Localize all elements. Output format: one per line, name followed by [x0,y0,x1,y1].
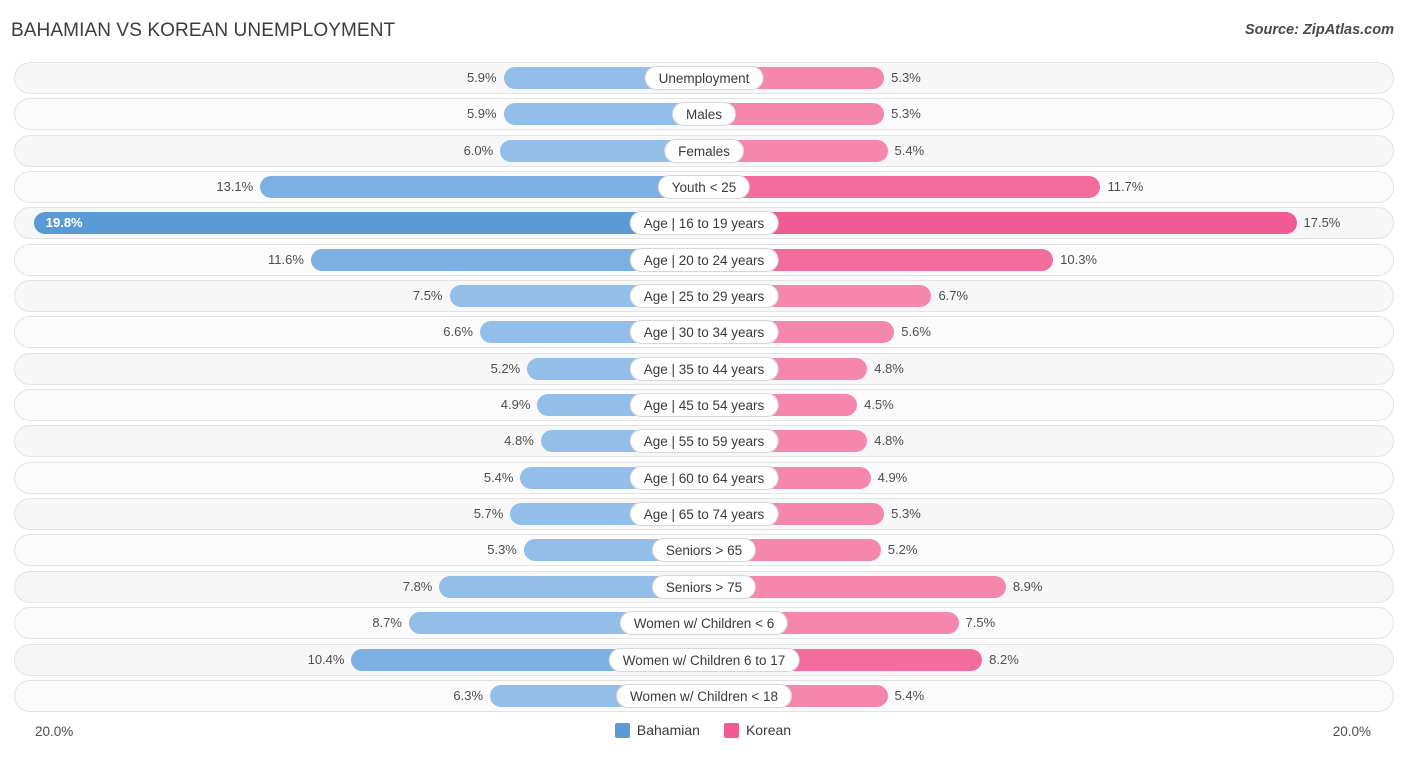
value-label-bahamian: 19.8% [45,215,83,231]
value-label-korean: 17.5% [1303,215,1341,231]
chart-header: BAHAMIAN VS KOREAN UNEMPLOYMENT Source: … [0,0,1406,58]
value-label-bahamian: 13.1% [216,179,254,195]
legend-swatch-icon [723,722,739,738]
chart-row: 5.3% 5.2% Seniors > 65 [14,534,1394,567]
source-attribution: Source: ZipAtlas.com [1244,22,1394,38]
chart-row: 4.8% 4.8% Age | 55 to 59 years [14,425,1394,458]
value-label-korean: 4.9% [877,469,908,485]
legend-label: Bahamian [636,722,700,738]
value-label-bahamian: 5.3% [487,542,517,558]
category-label: Age | 25 to 29 years [629,284,779,309]
value-label-korean: 5.3% [891,70,921,85]
chart-row: 6.6% 5.6% Age | 30 to 34 years [14,316,1394,349]
page-title: BAHAMIAN VS KOREAN UNEMPLOYMENT [11,20,396,41]
value-label-bahamian: 4.8% [504,433,534,449]
chart-row: 5.2% 4.8% Age | 35 to 44 years [14,352,1394,385]
category-label: Males [671,102,737,127]
legend-item[interactable]: Bahamian [614,722,700,738]
chart-footer: 20.0% 20.0% Bahamian Korean [0,720,1406,757]
legend-item[interactable]: Korean [723,722,792,738]
bar-bahamian [260,176,703,199]
value-label-bahamian: 6.6% [443,324,473,340]
value-label-korean: 4.8% [874,433,904,449]
value-label-bahamian: 7.5% [412,288,443,304]
value-label-korean: 7.5% [965,615,996,631]
value-label-korean: 8.9% [1012,578,1043,594]
value-label-korean: 11.7% [1107,179,1144,195]
value-label-korean: 5.2% [887,542,918,558]
category-label: Age | 35 to 44 years [629,356,779,381]
chart-page: BAHAMIAN VS KOREAN UNEMPLOYMENT Source: … [0,0,1406,757]
chart-row: 5.9% 5.3% Males [14,98,1394,131]
value-label-korean: 5.6% [901,324,931,340]
category-label: Age | 55 to 59 years [629,429,779,454]
value-label-korean: 4.8% [874,360,904,376]
value-label-bahamian: 5.4% [483,469,514,485]
diverging-bar-plot: 5.9% 5.3% Unemployment 5.9% 5.3% Males 6.0% 5.4… [14,62,1394,718]
value-label-bahamian: 5.7% [473,506,504,522]
value-label-korean: 5.3% [891,506,921,522]
bar-korean [705,176,1101,199]
value-label-korean: 5.4% [894,142,925,158]
legend-label: Korean [745,722,792,738]
value-label-korean: 10.3% [1060,251,1097,267]
category-label: Age | 60 to 64 years [629,465,779,490]
category-label: Women w/ Children < 18 [616,683,792,708]
chart-row: 11.6% 10.3% Age | 20 to 24 years [14,243,1394,276]
chart-row: 8.7% 7.5% Women w/ Children < 6 [14,607,1394,640]
value-label-bahamian: 5.9% [466,106,497,122]
category-label: Age | 16 to 19 years [629,211,779,236]
legend-swatch-icon [614,722,630,738]
chart-row: 7.5% 6.7% Age | 25 to 29 years [14,280,1394,313]
value-label-korean: 5.3% [891,106,921,122]
category-label: Age | 65 to 74 years [629,502,779,527]
bar-bahamian [33,212,703,235]
chart-row: 5.4% 4.9% Age | 60 to 64 years [14,461,1394,494]
chart-row: 10.4% 8.2% Women w/ Children 6 to 17 [14,643,1394,676]
bar-korean [705,212,1297,235]
chart-row: 19.8% 17.5% Age | 16 to 19 years [14,207,1394,240]
value-label-bahamian: 5.9% [466,70,497,85]
value-label-bahamian: 4.9% [500,397,531,413]
category-label: Unemployment [644,66,764,90]
category-label: Seniors > 75 [651,574,757,599]
value-label-bahamian: 10.4% [307,651,345,667]
value-label-bahamian: 8.7% [372,615,402,631]
value-label-bahamian: 7.8% [402,578,433,594]
value-label-korean: 8.2% [989,651,1019,667]
chart-row: 6.3% 5.4% Women w/ Children < 18 [14,679,1394,712]
chart-row: 5.7% 5.3% Age | 65 to 74 years [14,498,1394,531]
value-label-bahamian: 5.2% [490,360,521,376]
value-label-korean: 6.7% [938,288,969,304]
category-label: Women w/ Children 6 to 17 [608,647,800,672]
chart-row: 4.9% 4.5% Age | 45 to 54 years [14,389,1394,422]
chart-row: 7.8% 8.9% Seniors > 75 [14,570,1394,603]
chart-row: 6.0% 5.4% Females [14,134,1394,167]
category-label: Women w/ Children < 6 [619,611,789,636]
category-label: Age | 45 to 54 years [629,393,779,418]
category-label: Age | 20 to 24 years [629,247,779,272]
chart-legend: Bahamian Korean [0,722,1406,738]
value-label-korean: 5.4% [894,687,925,703]
value-label-bahamian: 6.0% [463,142,494,158]
category-label: Age | 30 to 34 years [629,320,779,345]
category-label: Females [664,138,744,163]
value-label-bahamian: 6.3% [453,687,484,703]
value-label-korean: 4.5% [864,397,894,413]
value-label-bahamian: 11.6% [268,251,304,267]
category-label: Seniors > 65 [651,538,757,563]
chart-row: 5.9% 5.3% Unemployment [14,62,1394,94]
category-label: Youth < 25 [657,175,751,200]
chart-row: 13.1% 11.7% Youth < 25 [14,171,1394,204]
